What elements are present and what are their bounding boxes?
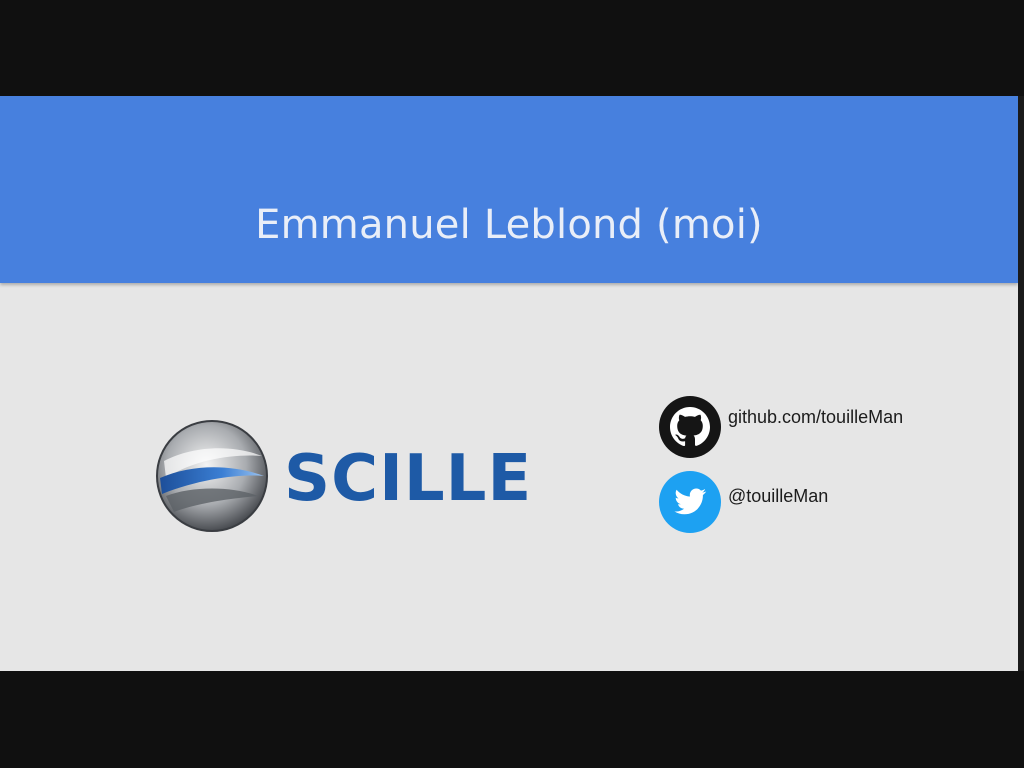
github-handle[interactable]: github.com/touilleMan	[728, 407, 903, 428]
github-contact[interactable]: github.com/touilleMan	[658, 395, 903, 459]
twitter-handle[interactable]: @touilleMan	[728, 486, 828, 507]
twitter-contact[interactable]: @touilleMan	[658, 470, 828, 534]
scille-sphere-icon	[156, 420, 268, 532]
twitter-icon	[659, 471, 721, 533]
slide: Emmanuel Leblond (moi) SCILLE github.com…	[0, 96, 1018, 671]
scille-wordmark: SCILLE	[284, 442, 533, 516]
screen-edge	[1018, 96, 1024, 671]
slide-header: Emmanuel Leblond (moi)	[0, 96, 1018, 283]
slide-title: Emmanuel Leblond (moi)	[255, 202, 763, 248]
scille-logo: SCILLE	[152, 416, 531, 536]
github-icon	[659, 396, 721, 458]
